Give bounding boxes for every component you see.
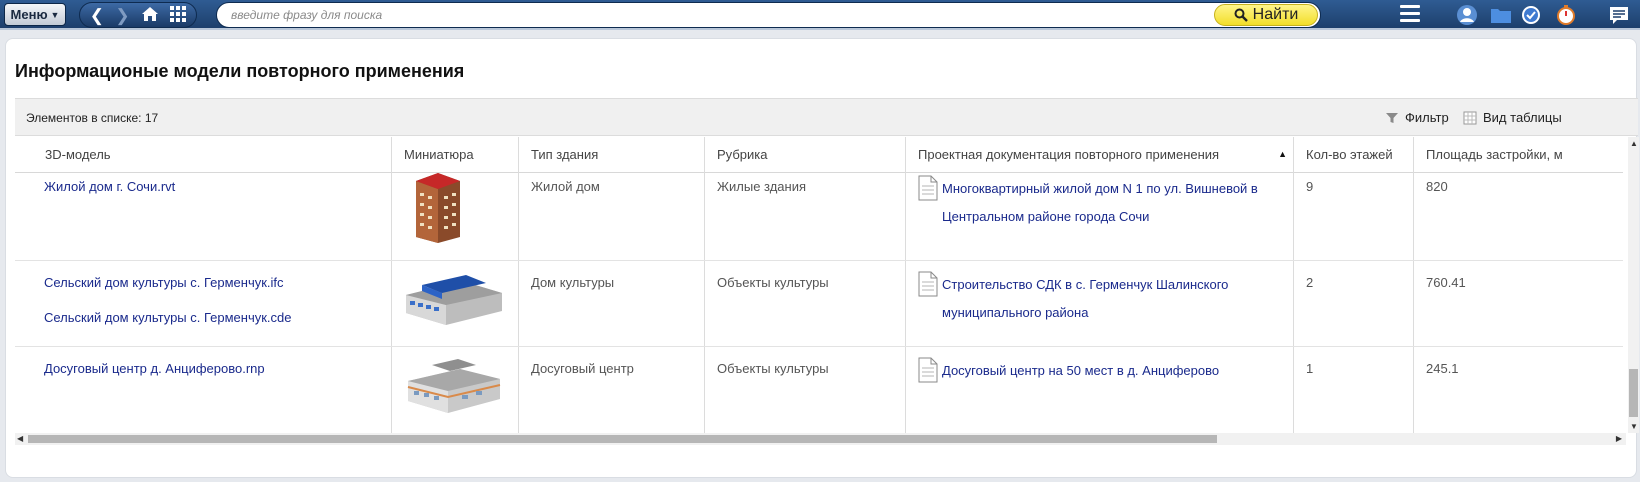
content-panel: Информационые модели повторного применен… xyxy=(5,38,1639,478)
list-toolbar: Элементов в списке: 17 Фильтр Вид таблиц… xyxy=(15,98,1638,136)
floors-count: 1 xyxy=(1293,347,1413,433)
grid-apps-icon[interactable] xyxy=(170,5,187,25)
caret-down-icon: ▼ xyxy=(50,9,60,20)
folder-icon[interactable] xyxy=(1490,4,1512,26)
clock-check-icon[interactable] xyxy=(1520,4,1542,26)
column-header-area[interactable]: Площадь застройки, м xyxy=(1413,137,1623,173)
menu-button[interactable]: Меню ▼ xyxy=(4,3,66,26)
model-file-link[interactable]: Жилой дом г. Сочи.rvt xyxy=(44,179,391,194)
filter-button-label: Фильтр xyxy=(1405,110,1449,125)
table-body: Жилой дом г. Сочи.rvt Жилой дом Жилые зд… xyxy=(15,173,1623,433)
home-icon[interactable] xyxy=(141,6,159,25)
project-doc-line: Досуговый центр на 50 мест в д. Анциферо… xyxy=(942,363,1220,378)
message-icon[interactable] xyxy=(1608,4,1630,26)
page-title: Информационые модели повторного применен… xyxy=(15,61,465,81)
area-value: 245.1 xyxy=(1413,347,1623,433)
column-header-project-docs[interactable]: Проектная документация повторного примен… xyxy=(905,137,1293,173)
find-button-label: Найти xyxy=(1252,6,1299,23)
document-icon xyxy=(918,357,938,383)
floors-count: 2 xyxy=(1293,261,1413,346)
menu-button-label: Меню xyxy=(10,7,48,22)
user-profile-icon[interactable] xyxy=(1456,4,1478,26)
table-view-button[interactable]: Вид таблицы xyxy=(1463,110,1562,125)
vertical-scroll-thumb[interactable] xyxy=(1629,369,1638,417)
rubric: Объекты культуры xyxy=(704,261,905,346)
area-value: 760.41 xyxy=(1413,261,1623,346)
project-doc-line: Центральном районе города Сочи xyxy=(942,209,1150,224)
horizontal-scrollbar[interactable]: ◀ ▶ xyxy=(15,433,1626,445)
table-header: 3D-модель Миниатюра Тип здания Рубрика П… xyxy=(15,137,1623,173)
table-row: Досуговый центр д. Анциферово.rnp Досуго… xyxy=(15,347,1623,433)
project-doc-line: Многоквартирный жилой дом N 1 по ул. Виш… xyxy=(942,181,1258,196)
table-row: Жилой дом г. Сочи.rvt Жилой дом Жилые зд… xyxy=(15,173,1623,261)
floors-count: 9 xyxy=(1293,173,1413,260)
item-count: Элементов в списке: 17 xyxy=(26,111,159,125)
horizontal-scroll-thumb[interactable] xyxy=(28,435,1217,443)
back-icon[interactable]: ❮ xyxy=(90,7,104,24)
column-header-building-type[interactable]: Тип здания xyxy=(518,137,704,173)
rubric: Жилые здания xyxy=(704,173,905,260)
scroll-right-icon[interactable]: ▶ xyxy=(1616,434,1622,443)
search-box: Найти xyxy=(216,2,1321,28)
building-thumbnail[interactable] xyxy=(402,271,506,327)
forward-icon[interactable]: ❯ xyxy=(115,7,129,24)
find-button[interactable]: Найти xyxy=(1214,4,1318,26)
rubric: Объекты культуры xyxy=(704,347,905,433)
filter-button[interactable]: Фильтр xyxy=(1385,110,1449,125)
model-file-link[interactable]: Досуговый центр д. Анциферово.rnp xyxy=(44,361,391,376)
funnel-icon xyxy=(1386,112,1398,123)
scroll-down-icon[interactable]: ▼ xyxy=(1630,422,1638,431)
building-thumbnail[interactable] xyxy=(408,173,468,243)
project-doc-link[interactable]: Досуговый центр на 50 мест в д. Анциферо… xyxy=(918,357,1293,385)
project-doc-link[interactable]: Многоквартирный жилой дом N 1 по ул. Виш… xyxy=(918,175,1293,231)
building-thumbnail[interactable] xyxy=(402,355,506,417)
top-bar: Меню ▼ ❮ ❯ Найти xyxy=(0,0,1640,30)
stopwatch-icon[interactable] xyxy=(1555,4,1577,26)
document-icon xyxy=(918,175,938,201)
hamburger-menu-icon[interactable] xyxy=(1400,5,1420,23)
area-value: 820 xyxy=(1413,173,1623,260)
sort-ascending-icon: ▲ xyxy=(1278,149,1287,159)
column-header-thumbnail[interactable]: Миниатюра xyxy=(391,137,518,173)
document-icon xyxy=(918,271,938,297)
table-row: Сельский дом культуры с. Герменчук.ifc С… xyxy=(15,261,1623,347)
vertical-scrollbar[interactable]: ▲ ▼ xyxy=(1628,137,1639,433)
scroll-up-icon[interactable]: ▲ xyxy=(1630,139,1638,148)
column-header-project-docs-label: Проектная документация повторного примен… xyxy=(918,147,1220,162)
table-view-button-label: Вид таблицы xyxy=(1483,110,1562,125)
project-doc-link[interactable]: Строительство СДК в с. Герменчук Шалинск… xyxy=(918,271,1293,327)
project-doc-line: муниципального района xyxy=(942,305,1089,320)
model-file-link[interactable]: Сельский дом культуры с. Герменчук.ifc xyxy=(44,275,391,290)
building-type: Досуговый центр xyxy=(518,347,704,433)
building-type: Жилой дом xyxy=(518,173,704,260)
model-file-link[interactable]: Сельский дом культуры с. Герменчук.cde xyxy=(44,310,391,325)
table-view-icon xyxy=(1463,111,1477,124)
scroll-left-icon[interactable]: ◀ xyxy=(17,434,23,443)
column-header-3d-model[interactable]: 3D-модель xyxy=(15,137,391,173)
navigation-group: ❮ ❯ xyxy=(79,2,197,28)
column-header-rubric[interactable]: Рубрика xyxy=(704,137,905,173)
column-header-floors[interactable]: Кол-во этажей xyxy=(1293,137,1413,173)
project-doc-line: Строительство СДК в с. Герменчук Шалинск… xyxy=(942,277,1229,292)
building-type: Дом культуры xyxy=(518,261,704,346)
search-input[interactable] xyxy=(231,6,1221,24)
magnifier-icon xyxy=(1234,8,1248,22)
